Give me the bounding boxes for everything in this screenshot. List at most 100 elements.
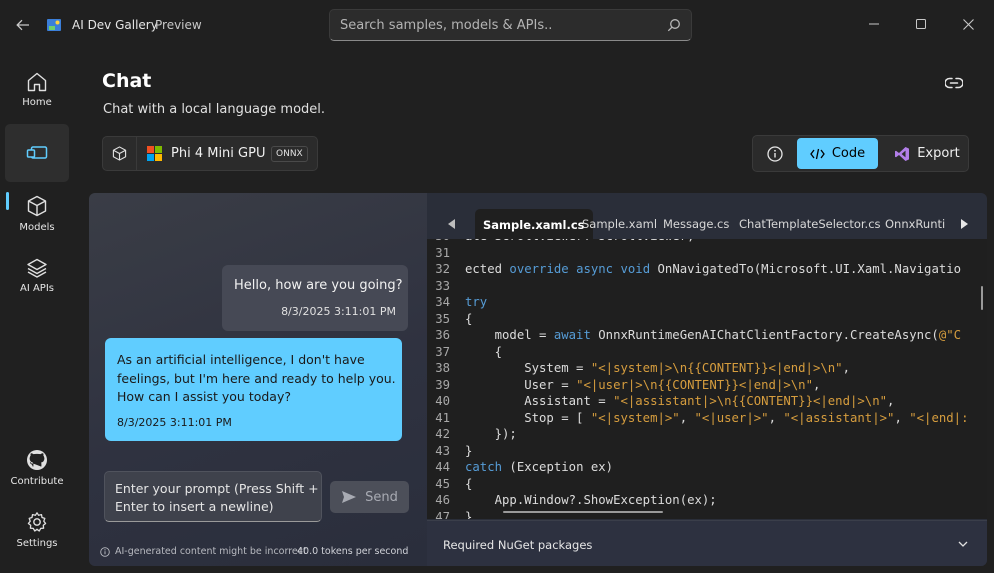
code-text: try	[465, 295, 488, 309]
sidebar-item-contribute[interactable]: Contribute	[5, 439, 69, 497]
model-selector[interactable]: Phi 4 Mini GPU ONNX	[102, 136, 318, 171]
tab-sample-xaml-cs[interactable]: Sample.xaml.cs	[475, 209, 593, 240]
actions-toolbar: Code Export	[752, 135, 969, 172]
code-text: Stop = [ "<|system|>", "<|user|>", "<|as…	[465, 410, 969, 425]
close-button[interactable]	[958, 14, 978, 34]
back-button[interactable]	[12, 14, 34, 36]
code-text: Assistant = "<|assistant|>\n{{CONTENT}}<…	[465, 394, 895, 408]
link-icon	[945, 77, 963, 89]
line-number: 32	[435, 262, 450, 276]
export-button[interactable]: Export	[887, 138, 967, 169]
file-tabs: Sample.xaml.cs Sample.xaml Message.cs Ch…	[427, 209, 987, 240]
line-number: 43	[435, 443, 450, 458]
sidebar-item-models[interactable]: Models	[5, 185, 69, 243]
visual-studio-icon	[895, 146, 910, 161]
code-text: System = "<|system|>\n{{CONTENT}}<|end|>…	[465, 361, 850, 375]
maximize-button[interactable]	[911, 14, 931, 34]
tabs-scroll-right-button[interactable]	[957, 217, 971, 231]
code-panel: Sample.xaml.cs Sample.xaml Message.cs Ch…	[427, 193, 987, 566]
model-type-button[interactable]	[103, 137, 137, 170]
info-button[interactable]	[756, 139, 794, 168]
line-number: 35	[435, 311, 450, 326]
message-timestamp: 8/3/2025 3:11:01 PM	[117, 416, 232, 429]
home-icon	[27, 72, 47, 92]
export-button-label: Export	[917, 146, 960, 161]
vertical-scrollbar[interactable]	[981, 286, 983, 310]
line-number: 42	[435, 427, 450, 441]
tokens-per-second: 40.0 tokens per second	[297, 546, 409, 557]
code-text: }	[465, 443, 473, 458]
code-viewer[interactable]: 30ate ScrollViewer? scrollViewer;3132ect…	[427, 239, 987, 519]
model-name: Phi 4 Mini GPU	[171, 146, 266, 161]
prompt-placeholder: Enter your prompt (Press Shift + Enter t…	[115, 481, 319, 514]
sidebar-item-ai-apis[interactable]: AI APIs	[5, 247, 69, 305]
search-icon[interactable]	[667, 18, 681, 32]
send-button[interactable]: Send	[330, 481, 409, 513]
minimize-button[interactable]	[864, 14, 884, 34]
code-text: ate ScrollViewer? scrollViewer;	[465, 239, 695, 245]
title-bar: AI Dev Gallery Preview	[0, 0, 994, 50]
app-logo-icon	[47, 19, 61, 31]
sidebar-item-label: Settings	[16, 538, 58, 549]
search-input[interactable]	[340, 10, 660, 40]
sidebar-item-home[interactable]: Home	[5, 61, 69, 119]
copy-link-button[interactable]	[942, 72, 966, 94]
sidebar-item-label: Models	[19, 222, 55, 233]
code-text: User = "<|user|>\n{{CONTENT}}<|end|>\n",	[465, 377, 821, 392]
code-button-label: Code	[831, 146, 866, 161]
nuget-label: Required NuGet packages	[443, 538, 593, 552]
user-message: Hello, how are you going? 8/3/2025 3:11:…	[222, 265, 408, 331]
page-title: Chat	[102, 70, 152, 92]
assistant-message: As an artificial intelligence, I don't h…	[105, 338, 402, 441]
code-button[interactable]: Code	[797, 138, 878, 169]
line-number: 45	[435, 476, 450, 491]
horizontal-scrollbar[interactable]	[503, 511, 663, 513]
sidebar-item-label: Contribute	[10, 476, 64, 487]
line-number: 44	[435, 460, 450, 474]
nuget-packages-expander[interactable]: Required NuGet packages	[427, 520, 987, 566]
sidebar-item-settings[interactable]: Settings	[5, 501, 69, 559]
code-text: }	[465, 509, 473, 520]
code-text: catch (Exception ex)	[465, 460, 614, 474]
info-icon	[767, 145, 783, 162]
search-box[interactable]	[329, 9, 692, 41]
tabs-strip: Sample.xaml.cs Sample.xaml Message.cs Ch…	[467, 209, 947, 240]
maximize-icon	[916, 19, 926, 29]
line-number: 33	[435, 278, 450, 293]
code-icon	[810, 148, 825, 159]
cube-icon	[112, 146, 127, 161]
line-number: 39	[435, 377, 450, 392]
tab-onnx-runtime[interactable]: OnnxRunti	[885, 217, 945, 231]
line-number: 40	[435, 394, 450, 408]
github-icon	[27, 450, 47, 470]
app-title: AI Dev Gallery	[72, 18, 158, 32]
sidebar-item-samples[interactable]	[5, 124, 69, 182]
chevron-down-icon	[958, 541, 968, 547]
message-text: Hello, how are you going?	[234, 278, 403, 293]
line-number: 34	[435, 295, 450, 309]
code-text: });	[465, 427, 517, 441]
ai-disclaimer: AI-generated content might be incorrect	[100, 546, 307, 557]
caret-right-icon	[961, 219, 968, 229]
code-text: model = await OnnxRuntimeGenAIChatClient…	[465, 328, 962, 342]
send-label: Send	[365, 489, 398, 505]
line-number: 37	[435, 344, 450, 359]
model-format-badge: ONNX	[271, 146, 308, 162]
minimize-icon	[869, 23, 879, 25]
tab-message-cs[interactable]: Message.cs	[663, 217, 729, 231]
chat-panel: Hello, how are you going? 8/3/2025 3:11:…	[89, 193, 427, 566]
code-text: App.Window?.ShowException(ex);	[465, 493, 717, 507]
disclaimer-text: AI-generated content might be incorrect	[115, 546, 307, 557]
line-number: 41	[435, 410, 450, 425]
send-icon	[342, 491, 357, 503]
tab-sample-xaml[interactable]: Sample.xaml	[582, 217, 657, 231]
page-description: Chat with a local language model.	[103, 102, 326, 117]
prompt-input[interactable]: Enter your prompt (Press Shift + Enter t…	[104, 471, 322, 522]
close-icon	[962, 18, 974, 30]
tab-chat-template-selector-cs[interactable]: ChatTemplateSelector.cs	[739, 217, 881, 231]
line-number: 38	[435, 361, 450, 375]
code-text: {	[465, 311, 473, 326]
line-number: 47	[435, 509, 450, 520]
tabs-scroll-left-button[interactable]	[445, 217, 459, 231]
message-timestamp: 8/3/2025 3:11:01 PM	[281, 305, 396, 318]
